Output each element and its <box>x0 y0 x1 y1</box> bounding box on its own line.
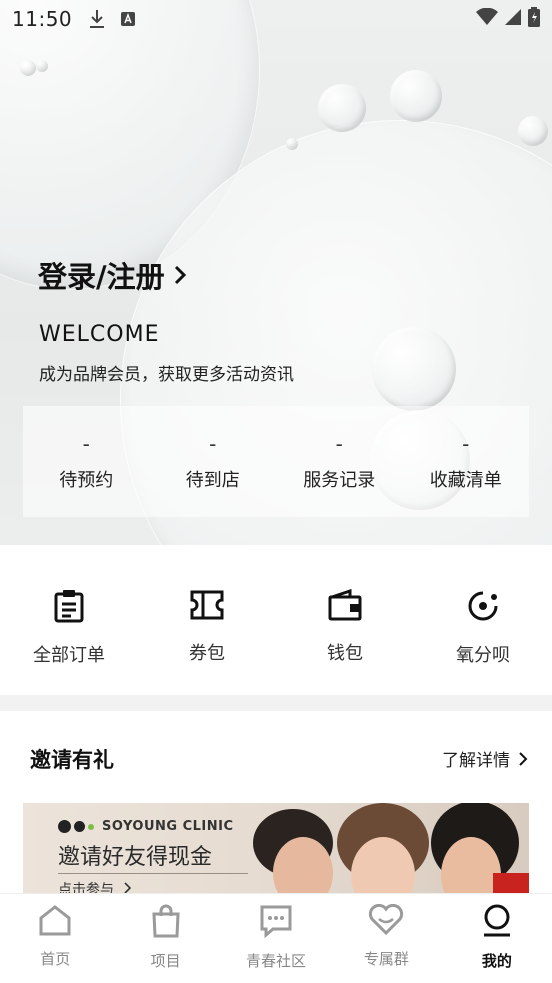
nav-label: 项目 <box>150 952 181 970</box>
banner-cta[interactable]: 点击参与 <box>58 879 132 893</box>
banner-title: 邀请好友得现金 <box>58 845 213 870</box>
login-label: 登录/注册 <box>38 260 165 294</box>
status-bar: 11:50 <box>0 0 552 38</box>
nav-me[interactable]: 我的 <box>442 894 552 983</box>
stat-value: - <box>209 431 217 456</box>
stat-value: - <box>335 431 343 456</box>
nav-label: 首页 <box>40 950 71 968</box>
decorative-bubble <box>286 138 298 150</box>
action-label: 券包 <box>189 643 225 664</box>
action-label: 全部订单 <box>33 645 105 666</box>
download-icon <box>88 9 106 29</box>
action-label: 钱包 <box>327 643 363 664</box>
profile-icon <box>482 904 512 942</box>
stat-value: - <box>82 431 90 456</box>
decorative-bubble <box>36 60 48 72</box>
battery-icon <box>528 7 540 31</box>
profile-header: 11:50 登录/注册 WELCOME 成为品牌会员，获取更多活动资讯 - 待预… <box>0 0 552 545</box>
wallet-icon <box>328 588 362 625</box>
decorative-bubble <box>518 116 548 146</box>
action-label: 氧分呗 <box>456 645 510 666</box>
decorative-bubble <box>390 70 442 122</box>
nav-projects[interactable]: 项目 <box>110 894 220 983</box>
decorative-bubble <box>318 84 366 132</box>
invite-details-link[interactable]: 了解详情 <box>442 746 528 771</box>
clipboard-icon <box>53 589 85 627</box>
status-time: 11:50 <box>12 7 73 31</box>
invite-title: 邀请有礼 <box>30 748 114 772</box>
quick-actions: 全部订单 券包 钱包 氧分呗 <box>0 545 552 695</box>
stat-label: 待到店 <box>185 469 240 491</box>
action-coupons[interactable]: 券包 <box>138 545 276 695</box>
brand-name: SOYOUNG CLINIC <box>102 819 234 834</box>
login-register-link[interactable]: 登录/注册 <box>38 254 187 296</box>
stat-value: - <box>462 431 470 456</box>
invite-section: 邀请有礼 了解详情 SOYOUNG CLINIC 邀请好友得现金 点击参与 <box>0 711 552 893</box>
ticket-icon <box>190 589 224 625</box>
models-photo <box>253 803 529 893</box>
stat-service-records[interactable]: - 服务记录 <box>276 406 403 517</box>
chevron-right-icon <box>173 264 187 286</box>
chevron-right-icon <box>518 751 528 767</box>
invite-details-label: 了解详情 <box>442 751 510 771</box>
welcome-text: WELCOME <box>39 322 160 347</box>
brand-dots-icon <box>58 820 94 833</box>
home-icon <box>38 904 72 940</box>
notification-a-icon <box>120 11 136 27</box>
stat-pending-appointment[interactable]: - 待预约 <box>23 406 150 517</box>
invite-banner[interactable]: SOYOUNG CLINIC 邀请好友得现金 点击参与 <box>23 803 529 893</box>
credit-icon <box>466 589 500 627</box>
stat-label: 收藏清单 <box>429 469 502 491</box>
stat-pending-visit[interactable]: - 待到店 <box>150 406 277 517</box>
heart-icon <box>368 903 404 940</box>
stat-label: 待预约 <box>59 469 114 491</box>
brand-logo: SOYOUNG CLINIC <box>58 819 234 834</box>
action-all-orders[interactable]: 全部订单 <box>0 545 138 695</box>
stat-favorites[interactable]: - 收藏清单 <box>403 406 530 517</box>
nav-group[interactable]: 专属群 <box>331 894 441 983</box>
wifi-icon <box>476 7 498 30</box>
bag-icon <box>151 904 181 942</box>
nav-label: 青春社区 <box>246 952 307 970</box>
banner-divider <box>58 873 248 874</box>
stat-label: 服务记录 <box>303 469 376 491</box>
nav-home[interactable]: 首页 <box>0 894 110 983</box>
signal-icon <box>504 8 522 30</box>
nav-community[interactable]: 青春社区 <box>221 894 331 983</box>
nav-label: 我的 <box>481 952 512 970</box>
member-promo-text: 成为品牌会员，获取更多活动资讯 <box>39 365 294 385</box>
bottom-navigation: 首页 项目 青春社区 专属群 我的 <box>0 893 552 983</box>
chevron-right-icon <box>124 882 132 893</box>
action-credit[interactable]: 氧分呗 <box>414 545 552 695</box>
action-wallet[interactable]: 钱包 <box>276 545 414 695</box>
chat-icon <box>259 904 293 942</box>
decorative-bubble <box>20 60 36 76</box>
order-stats-panel: - 待预约 - 待到店 - 服务记录 - 收藏清单 <box>23 406 529 517</box>
decorative-bubble <box>372 327 456 411</box>
nav-label: 专属群 <box>363 950 409 968</box>
banner-cta-label: 点击参与 <box>58 882 114 893</box>
